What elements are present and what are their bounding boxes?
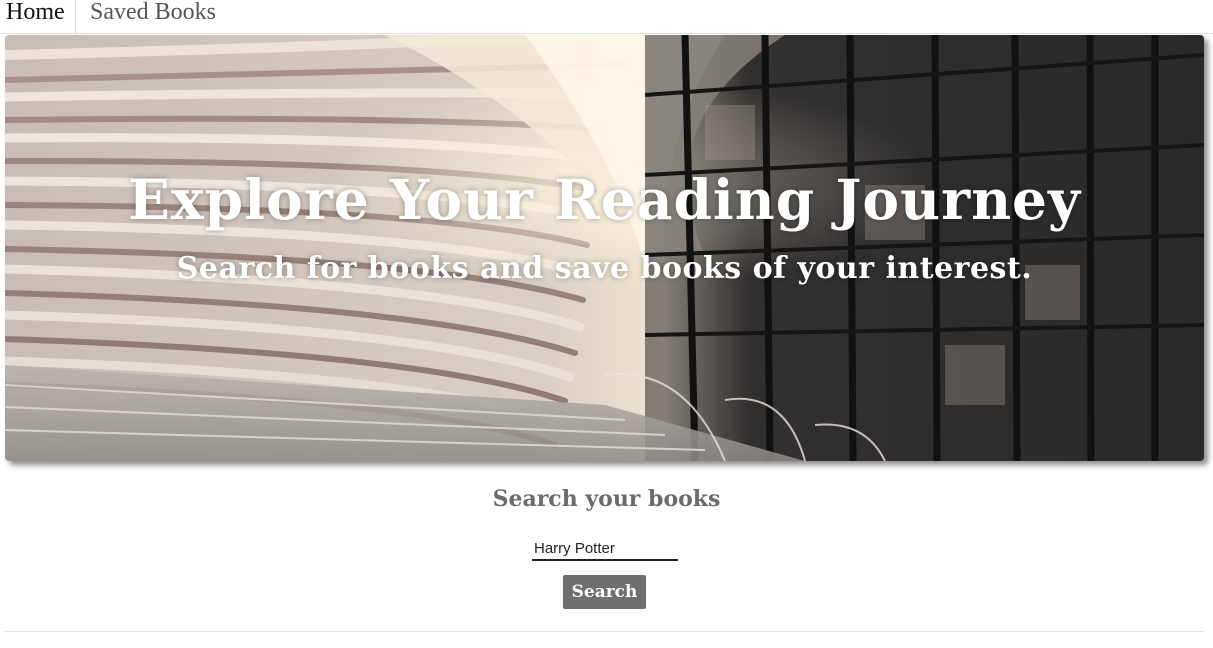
nav-divider [75, 0, 76, 34]
search-button[interactable]: Search [563, 575, 646, 609]
search-input[interactable] [532, 537, 678, 561]
hero-title: Explore Your Reading Journey [127, 167, 1082, 232]
top-nav: Home Saved Books [0, 0, 1213, 34]
hero-banner: Explore Your Reading Journey Search for … [5, 35, 1204, 461]
search-heading: Search your books [492, 486, 721, 512]
nav-saved-books-link[interactable]: Saved Books [90, 0, 216, 33]
hero-subtitle: Search for books and save books of your … [176, 251, 1033, 286]
nav-home-link[interactable]: Home [6, 0, 65, 33]
section-divider [5, 631, 1204, 632]
library-hero-image [5, 35, 1204, 461]
